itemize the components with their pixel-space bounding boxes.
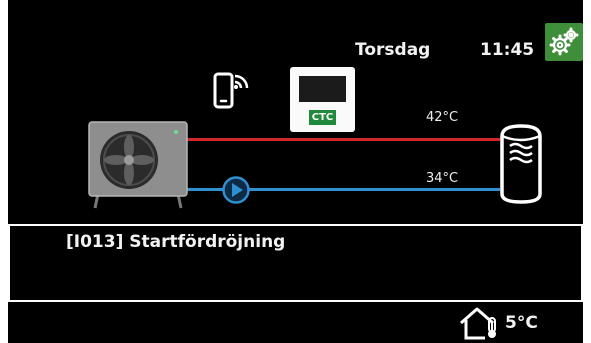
controller-display [299,76,346,102]
outdoor-temp-label: 5°C [505,313,538,333]
heat-pump-icon[interactable] [86,120,190,212]
return-temp-label: 34°C [426,171,459,186]
supply-pipe [184,138,500,141]
circulation-pump-icon[interactable] [221,175,251,205]
info-message-box: [I013] Startfördröjning [8,224,583,302]
house-thermometer-icon[interactable] [455,306,503,340]
smartphone-wifi-icon[interactable] [212,68,252,110]
water-tank-icon[interactable] [498,122,544,206]
indoor-unit-icon[interactable]: CTC [290,67,355,132]
clock-label: 11:45 [480,40,535,60]
display-screen: Torsdag 11:45 CTC 42°C 34°C [I013] Start… [8,0,583,343]
supply-temp-label: 42°C [426,110,459,125]
info-message: [I013] Startfördröjning [66,232,286,252]
day-label: Torsdag [355,40,431,60]
settings-button[interactable] [545,23,583,61]
ctc-logo: CTC [309,110,336,125]
gears-icon [549,27,579,56]
